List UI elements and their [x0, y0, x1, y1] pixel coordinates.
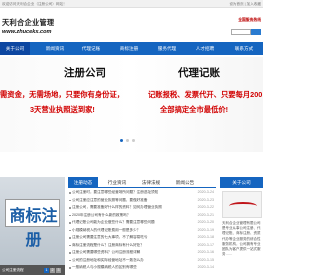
list-item[interactable]: 一般纳税人与小规模纳税人的区别有哪些 2020-3-14	[68, 265, 216, 272]
hero-banner[interactable]: 注册公司 代理记账 需资金，无需场地，只要你有身份证， 3天营业执照送到家! 记…	[0, 57, 263, 152]
trademark-plaque: 商标注册	[5, 199, 60, 249]
list-item[interactable]: 公司注册时，要注意哪些经营场所问题？注册选址须知 2020-3-24	[68, 190, 216, 197]
image-pager: 123	[43, 268, 61, 273]
about-text: 天利合企业管理有限公司是专业从事公司注册、代理记账、商标注册、资质代办等企业服务…	[222, 221, 261, 257]
banner-right-line1: 记账报税、发票代开、只要每月200	[148, 90, 263, 99]
main-nav: 关于公司 新闻资讯 代理记账 商标注册 服务代理 人才招聘 联系方式	[0, 42, 263, 55]
banner-left-line2: 3天营业执照送到家!	[30, 105, 95, 114]
top-links[interactable]: 设为首页 | 加入收藏	[229, 2, 261, 7]
pager-button[interactable]: 2	[50, 268, 55, 273]
news-tabs: 注册动态 行业资讯 法律法规 新闻公告	[68, 177, 216, 188]
search-button[interactable]	[251, 29, 261, 35]
hotline-label: 全国服务热线	[238, 18, 261, 22]
list-item[interactable]: 商标注册流程是什么？注册商标有什么好处？ 2020-3-17	[68, 243, 216, 250]
nav-item-news[interactable]: 新闻资讯	[38, 42, 72, 55]
carousel-dot[interactable]	[120, 139, 123, 142]
logo-swoosh-icon	[229, 202, 257, 210]
pager-button[interactable]: 1	[44, 268, 49, 273]
welcome-text: 欢迎访问天利合企业（注册公司）网站！	[2, 2, 67, 6]
nav-item-trademark[interactable]: 商标注册	[112, 42, 146, 55]
nav-item-accounting[interactable]: 代理记账	[74, 42, 108, 55]
header: 天利合企业管理 www.zhucekx.com 全国服务热线	[0, 8, 263, 39]
list-item[interactable]: 注册公司，需要准备好什么样的资料？如何办理营业执照 2020-3-22	[68, 205, 216, 212]
list-item[interactable]: 注册公司需要哪些资料？公司注册流程详解 2020-3-16	[68, 250, 216, 257]
list-item[interactable]: 公司注册应注意的营业执照等问题，要做好准备 2020-3-23	[68, 198, 216, 205]
banner-left-title: 注册公司	[64, 67, 106, 79]
about-image[interactable]	[222, 191, 262, 218]
banner-right-line2: 全部搞定全市最低价!	[160, 105, 229, 114]
nav-item-jobs[interactable]: 人才招聘	[188, 42, 222, 55]
list-item[interactable]: 公司的注册地址和实际经营地址不一致怎么办 2020-3-15	[68, 258, 216, 265]
nav-item-services[interactable]: 服务代理	[150, 42, 184, 55]
banner-right-title: 代理记账	[178, 67, 220, 79]
pager-button[interactable]: 3	[56, 268, 61, 273]
nav-item-about[interactable]: 关于公司	[0, 42, 30, 55]
nav-item-contact[interactable]: 联系方式	[226, 42, 262, 55]
tab-announcements[interactable]: 新闻公告	[170, 177, 200, 188]
list-item[interactable]: 小规模纳税人的代理记账费用一般是多少？ 2020-3-19	[68, 228, 216, 235]
list-item[interactable]: 代理记账公司能为企业做些什么？需要注意哪些问题 2020-3-20	[68, 220, 216, 227]
plaque-text: 商标注册	[9, 208, 58, 249]
list-item[interactable]: 2020年注册公司有什么新的政策吗？ 2020-3-21	[68, 213, 216, 220]
banner-left-line1: 需资金，无需场地，只要你有身份证，	[0, 90, 125, 99]
list-item[interactable]: 注册公司需要注意的七大事项，不了解容易吃亏 2020-3-18	[68, 235, 216, 242]
site-url: www.zhucekx.com	[2, 29, 52, 35]
top-bar: 欢迎访问天利合企业（注册公司）网站！ 设为首页 | 加入收藏	[0, 0, 263, 8]
site-logo-name[interactable]: 天利合企业管理	[2, 18, 54, 28]
carousel-dots	[120, 139, 142, 142]
carousel-dot[interactable]	[126, 139, 129, 142]
tab-registration-news[interactable]: 注册动态	[68, 177, 98, 188]
search-input[interactable]	[231, 29, 251, 35]
tab-laws[interactable]: 法律法规	[136, 177, 166, 188]
about-heading[interactable]: 关于公司	[220, 177, 263, 188]
tab-industry-news[interactable]: 行业资讯	[102, 177, 132, 188]
carousel-dot[interactable]	[132, 139, 135, 142]
featured-image[interactable]: 商标注册	[0, 177, 65, 265]
